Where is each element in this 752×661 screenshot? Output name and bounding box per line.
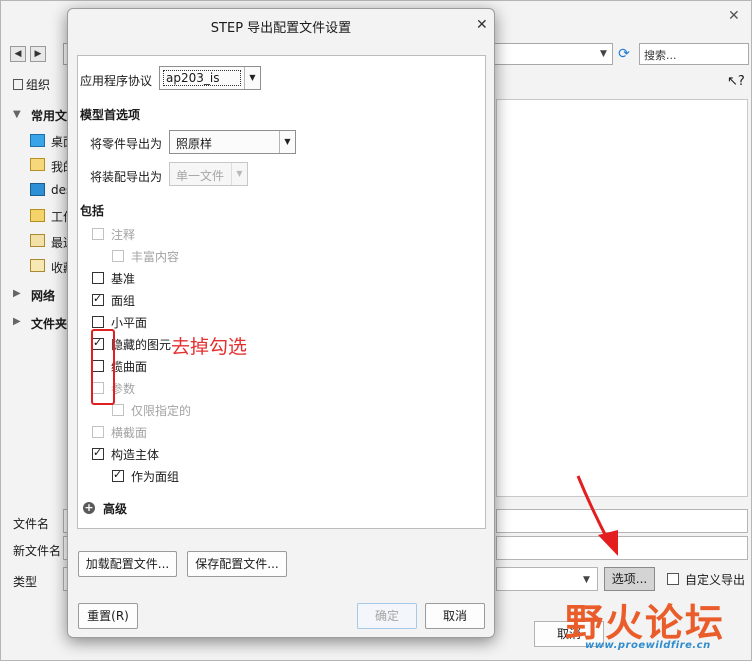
asm-export-label: 将装配导出为	[90, 170, 163, 184]
label-cross-sections: 横截面	[111, 426, 148, 440]
checkbox-construction-body[interactable]: ✓	[92, 446, 104, 460]
load-config-button[interactable]: 加载配置文件...	[78, 551, 177, 577]
checkbox-annotation	[92, 228, 104, 240]
protocol-label: 应用程序协议	[80, 74, 153, 88]
checkbox-designated-only	[112, 404, 124, 416]
checkbox-cross-sections	[92, 426, 104, 438]
ok-button[interactable]: 确定	[357, 603, 417, 629]
checkmark-icon: ✓	[93, 446, 103, 459]
part-export-select[interactable]: 照原样 ▼	[169, 130, 296, 154]
label-quilts: 面组	[111, 294, 136, 308]
chevron-down-icon: ▼	[279, 131, 295, 153]
close-icon[interactable]: ✕	[476, 17, 488, 33]
advanced-section[interactable]: 高级	[103, 500, 127, 517]
label-construction-body: 构造主体	[111, 448, 160, 462]
part-export-value: 照原样	[176, 137, 213, 151]
checkbox-datum[interactable]	[92, 272, 104, 284]
checkbox-facets[interactable]	[92, 316, 104, 328]
watermark-url: www.proewildfire.cn	[585, 640, 711, 651]
checkbox-as-quilt[interactable]: ✓	[112, 468, 124, 482]
settings-panel: 应用程序协议 ap203_is ▼ 模型首选项 将零件导出为 照原样 ▼ 将装配…	[77, 55, 486, 529]
label-facets: 小平面	[111, 316, 148, 330]
forum-watermark: 野火论坛	[565, 592, 725, 647]
chevron-down-icon: ▼	[244, 67, 260, 89]
protocol-select[interactable]: ap203_is ▼	[159, 66, 261, 90]
dialog-title: STEP 导出配置文件设置	[210, 21, 352, 36]
checkbox-quilts[interactable]: ✓	[92, 292, 104, 306]
cancel-button[interactable]: 取消	[425, 603, 485, 629]
label-rich-content: 丰富内容	[131, 250, 180, 264]
asm-export-select: 单一文件 ▼	[169, 162, 248, 186]
part-export-label: 将零件导出为	[90, 137, 163, 151]
reset-button[interactable]: 重置(R)	[78, 603, 138, 629]
expand-plus-icon[interactable]: +	[83, 502, 95, 514]
model-prefs-heading: 模型首选项	[80, 108, 141, 122]
checkmark-icon: ✓	[93, 292, 103, 305]
asm-export-value: 单一文件	[176, 169, 225, 183]
label-designated-only: 仅限指定的	[131, 404, 192, 418]
label-cable-surfaces: 缆曲面	[111, 360, 148, 374]
protocol-value: ap203_is	[166, 71, 220, 85]
annotation-arrow-head	[598, 530, 618, 556]
label-annotation: 注释	[111, 228, 136, 242]
watermark-text: 野火论坛	[565, 601, 726, 645]
save-config-button[interactable]: 保存配置文件...	[187, 551, 287, 577]
checkmark-icon: ✓	[113, 468, 123, 481]
step-export-dialog: STEP 导出配置文件设置 ✕ 应用程序协议 ap203_is ▼ 模型首选项 …	[67, 8, 495, 638]
highlight-box	[91, 329, 115, 405]
label-as-quilt: 作为面组	[131, 470, 180, 484]
annotation-text: 去掉勾选	[171, 336, 248, 358]
label-datum: 基准	[111, 272, 136, 286]
chevron-down-icon: ▼	[231, 163, 247, 185]
include-heading: 包括	[80, 204, 105, 218]
checkbox-rich-content	[112, 250, 124, 262]
label-hidden-entities: 隐藏的图元	[111, 338, 172, 352]
